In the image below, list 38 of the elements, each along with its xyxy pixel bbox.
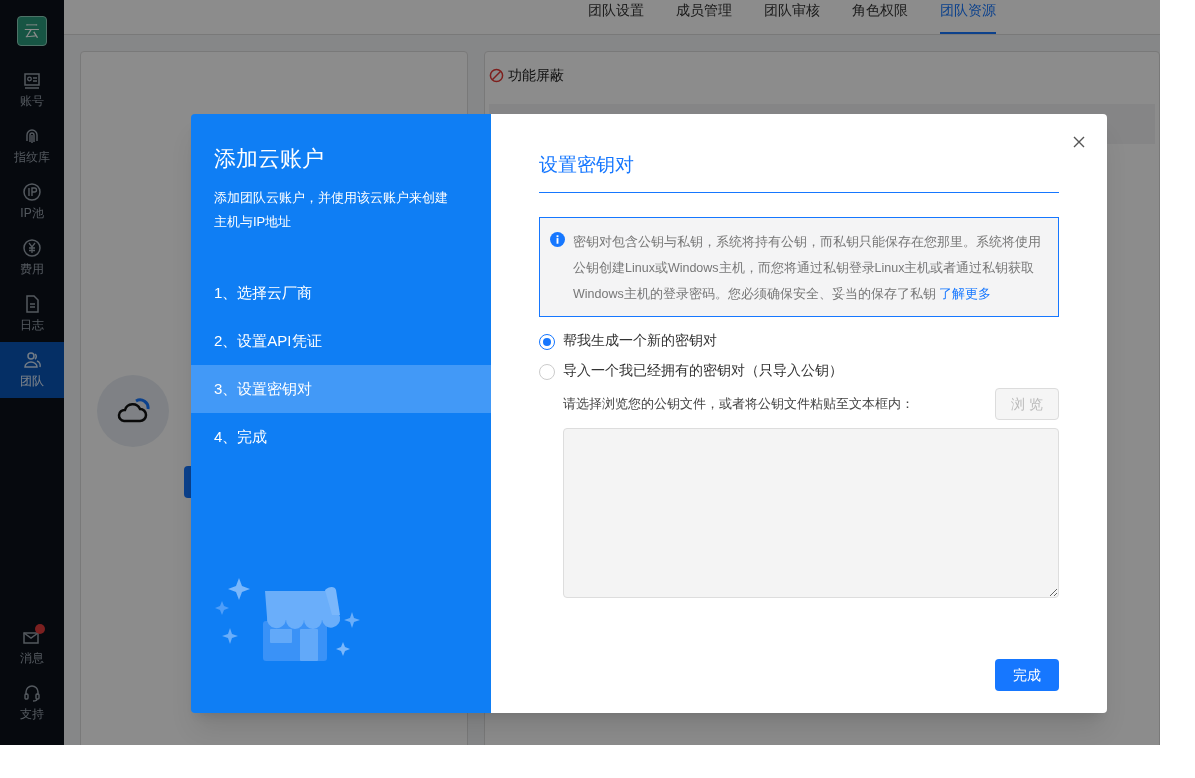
hint-text: 请选择浏览您的公钥文件，或者将公钥文件粘贴至文本框内： (563, 395, 914, 414)
option-label: 导入一个我已经拥有的密钥对（只导入公钥） (563, 362, 843, 381)
step-title: 设置密钥对 (539, 153, 635, 177)
sidebar-item[interactable]: 指纹库 (0, 118, 64, 174)
tab[interactable]: 团队审核 (764, 0, 820, 34)
headset-icon (22, 683, 42, 703)
learn-more-link[interactable]: 了解更多 (939, 287, 992, 301)
sidebar-item[interactable]: 消息 (0, 619, 64, 675)
id-card-icon (22, 70, 42, 90)
close-icon[interactable] (1073, 136, 1085, 148)
wizard-step[interactable]: 2、设置API凭证 (191, 317, 491, 365)
ip-icon (22, 182, 42, 202)
forbidden-icon (489, 67, 504, 83)
section-title: 功能屏蔽 (508, 65, 564, 85)
yen-icon (22, 238, 42, 258)
sidebar-item[interactable]: 日志 (0, 286, 64, 342)
done-button[interactable]: 完成 (995, 659, 1059, 691)
tab[interactable]: 成员管理 (676, 0, 732, 34)
wizard-step[interactable]: 3、设置密钥对 (191, 365, 491, 413)
sidebar-item[interactable]: 费用 (0, 230, 64, 286)
sidebar-item[interactable]: 支持 (0, 675, 64, 731)
sidebar-item[interactable]: 账号 (0, 62, 64, 118)
action-button[interactable] (184, 466, 191, 498)
dialog-title: 添加云账户 (214, 145, 325, 173)
info-text: 密钥对包含公钥与私钥，系统将持有公钥，而私钥只能保存在您那里。系统将使用公钥创建Linux或Windows主机，而您将通过私钥登录Linux主机或者通过私钥获取Windows主机的登录密码。您必须确保安全、妥当的保存了私钥 了解更多 (573, 234, 1042, 303)
tab[interactable]: 角色权限 (852, 0, 908, 34)
team-icon (22, 350, 42, 370)
tab[interactable]: 团队设置 (588, 0, 644, 34)
dialog-subtitle: 添加团队云账户，并使用该云账户来创建主机与IP地址 (214, 189, 449, 231)
sidebar-item[interactable]: 团队 (0, 342, 64, 398)
sidebar-item[interactable]: IP池 (0, 174, 64, 230)
wizard-step[interactable]: 1、选择云厂商 (191, 269, 491, 317)
logo[interactable]: 云 (17, 16, 47, 46)
tab[interactable]: 团队资源 (940, 0, 996, 34)
public-key-field[interactable] (563, 428, 1059, 598)
option-label: 帮我生成一个新的密钥对 (563, 332, 717, 351)
info-icon (550, 232, 565, 247)
wizard-step[interactable]: 4、完成 (191, 413, 491, 461)
